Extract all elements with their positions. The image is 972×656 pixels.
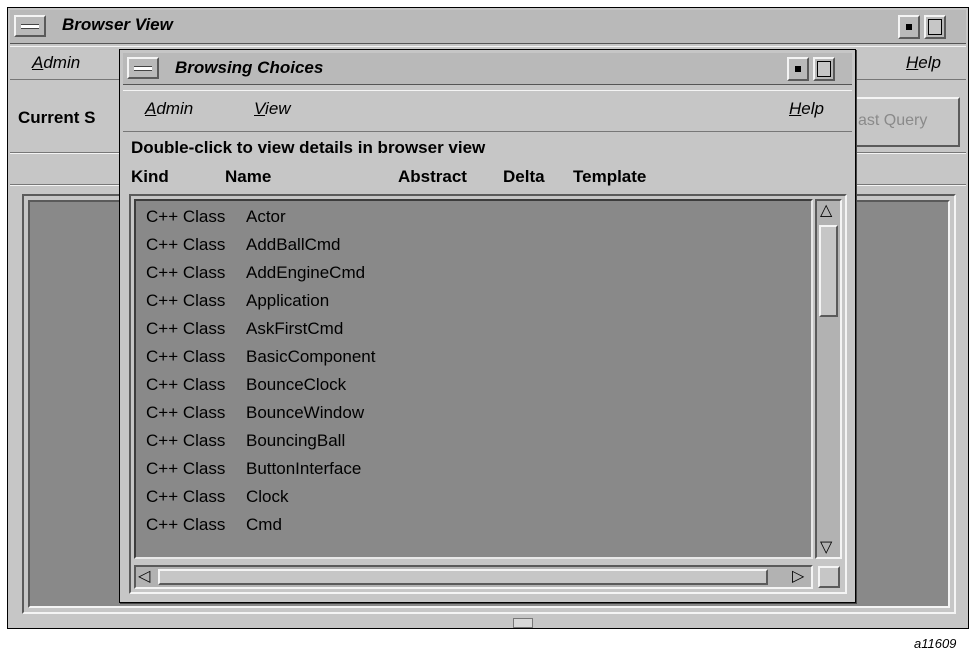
list-item-kind: C++ Class [146,431,226,450]
minimize-icon[interactable] [898,15,920,39]
window-menu-icon[interactable] [127,57,159,79]
horizontal-scrollbar[interactable]: ◁ ▷ [134,565,813,589]
instruction-text: Double-click to view details in browser … [131,138,486,157]
list-item-kind: C++ Class [146,347,226,366]
list-item-kind: C++ Class [146,235,226,254]
vertical-scroll-thumb[interactable] [819,225,838,317]
vertical-scrollbar[interactable]: △ ▽ [815,199,842,559]
column-header-template: Template [573,167,647,186]
list-item-name: AddBallCmd [246,235,341,254]
browsing-choices-title: Browsing Choices [175,58,324,77]
list-item-name: BounceClock [246,375,347,394]
help-menu[interactable]: Help [906,53,941,73]
admin-menu[interactable]: Admin [145,99,193,119]
help-menu[interactable]: Help [789,99,824,119]
scroll-up-arrow-icon[interactable]: △ [820,202,832,218]
column-header-name: Name [225,167,272,186]
browsing-choices-dialog: Browsing Choices Admin View Help Double-… [119,49,856,603]
browsing-choices-titlebar[interactable]: Browsing Choices [123,53,852,85]
maximize-icon[interactable] [924,15,946,39]
list-item-name: BouncingBall [246,431,346,450]
maximize-icon[interactable] [813,57,835,81]
list-item-name: Application [246,291,330,310]
list-item-kind: C++ Class [146,207,226,226]
list-item-name: AskFirstCmd [246,319,344,338]
column-header-abstract: Abstract [398,167,467,186]
horizontal-scroll-thumb[interactable] [158,569,768,585]
scroll-left-arrow-icon[interactable]: ◁ [138,568,150,584]
current-selection-label: Current S [18,108,96,127]
scrollbar-corner [818,566,840,588]
minimize-icon[interactable] [787,57,809,81]
figure-label: a11609 [914,636,957,651]
list-item-name: AddEngineCmd [246,263,366,282]
list-item-name: Cmd [246,515,282,534]
column-header-delta: Delta [503,167,545,186]
browser-view-titlebar[interactable]: Browser View [10,10,966,44]
list-item-name: Actor [246,207,286,226]
list-item-kind: C++ Class [146,319,226,338]
list-item-kind: C++ Class [146,375,226,394]
class-list-frame: C++ Class Actor C++ Class AddBallCmd C++ Cla… [129,194,847,594]
list-item-name: BasicComponent [246,347,376,366]
list-item-kind: C++ Class [146,515,226,534]
pane-sash-handle[interactable] [513,618,533,628]
list-item-name: Clock [246,487,289,506]
list-item-kind: C++ Class [146,263,226,282]
list-item-kind: C++ Class [146,291,226,310]
browsing-choices-menubar: Admin View Help [123,90,852,132]
column-header-kind: Kind [131,167,169,186]
browser-view-title: Browser View [62,15,173,34]
list-item-name: ButtonInterface [246,459,362,478]
class-list[interactable]: C++ Class Actor C++ Class AddBallCmd C++ Cla… [134,199,813,559]
admin-menu[interactable]: Admin [32,53,80,73]
scroll-down-arrow-icon[interactable]: ▽ [820,539,832,555]
list-item-kind: C++ Class [146,403,226,422]
scroll-right-arrow-icon[interactable]: ▷ [792,568,804,584]
view-menu[interactable]: View [254,99,291,119]
list-item-name: BounceWindow [246,403,365,422]
list-item-kind: C++ Class [146,459,226,478]
list-item-kind: C++ Class [146,487,226,506]
window-menu-icon[interactable] [14,15,46,37]
